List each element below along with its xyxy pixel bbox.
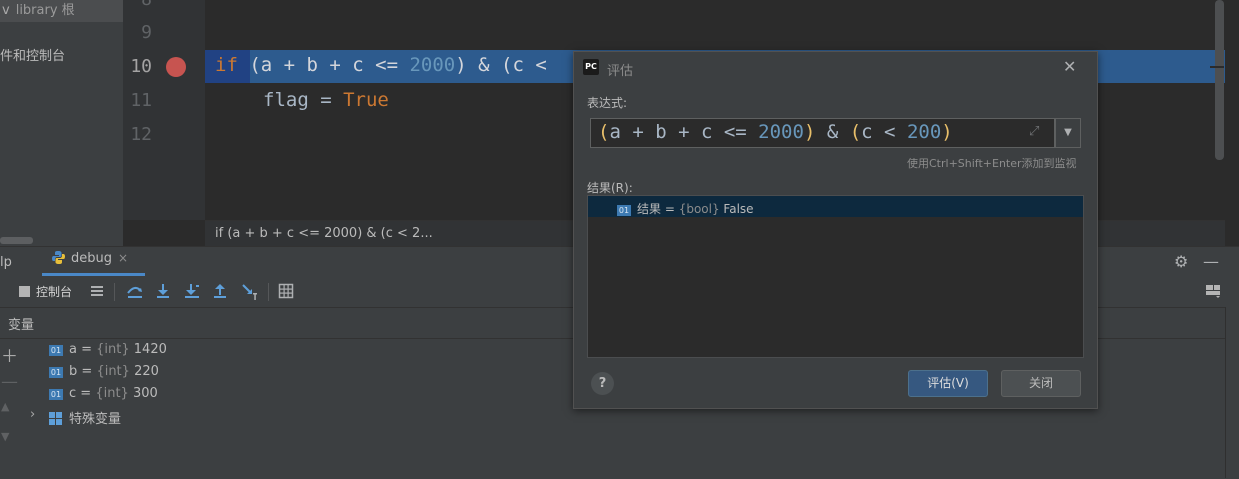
expr-part: & (815, 121, 850, 143)
project-panel (0, 0, 123, 246)
line-number: 12 (130, 124, 152, 145)
var-value: 300 (132, 386, 158, 401)
console-icon (19, 286, 30, 297)
close-button[interactable]: 关闭 (1001, 370, 1081, 397)
line-number: 10 (130, 56, 152, 77)
tree-item-external[interactable]: 件和控制台 (0, 45, 65, 64)
int-type-icon: 01 (49, 367, 63, 378)
panel-divider (1225, 307, 1226, 478)
special-variables-row[interactable]: 特殊变量 (49, 408, 121, 427)
remove-watch-icon[interactable]: — (1, 372, 18, 392)
editor-scrollbar[interactable] (1215, 0, 1224, 160)
line-number: 11 (130, 90, 152, 111)
close-icon[interactable]: × (118, 251, 128, 265)
step-out-icon[interactable] (212, 283, 228, 303)
code-line-11[interactable]: flag = True (263, 89, 389, 111)
line-number: 9 (141, 22, 152, 43)
evaluate-expression-icon[interactable] (278, 283, 294, 303)
run-to-cursor-icon[interactable] (241, 283, 259, 305)
grid-icon (49, 412, 62, 425)
var-name: a (69, 342, 77, 357)
add-watch-icon[interactable]: ＋ (1, 342, 18, 367)
expr-part: c < (861, 121, 907, 143)
minimize-icon[interactable]: — (1203, 252, 1219, 271)
step-into-icon[interactable] (155, 283, 171, 303)
code-line-10[interactable]: if (a + b + c <= 2000) & (c < (215, 54, 558, 76)
toolbar-separator (268, 283, 269, 301)
history-dropdown-button[interactable]: ▼ (1055, 118, 1081, 148)
variables-title: 变量 (8, 318, 35, 333)
result-val: False (719, 202, 754, 216)
result-label: 结果(R): (587, 181, 633, 195)
breadcrumb[interactable]: if (a + b + c <= 2000) & (c < 2... (215, 226, 433, 241)
result-value[interactable]: 01 结果 = {bool} False (617, 200, 754, 217)
code-text: flag = (263, 89, 344, 111)
code-text: ) & (c < (455, 54, 559, 76)
step-into-my-code-icon[interactable] (183, 283, 201, 303)
paren: ( (598, 121, 610, 143)
var-name: c (69, 386, 77, 401)
pycharm-icon: PC (583, 59, 599, 75)
code-text: (a + b + c <= (237, 54, 410, 76)
chevron-down-icon[interactable]: v (2, 3, 10, 18)
chevron-right-icon[interactable]: › (30, 407, 35, 422)
result-type: {bool} (678, 202, 720, 216)
console-tab[interactable]: 控制台 (19, 283, 72, 300)
var-value: 220 (134, 364, 159, 379)
special-vars-label: 特殊变量 (69, 412, 122, 427)
variable-row[interactable]: 01 a = {int} 1420 (49, 342, 167, 357)
move-up-icon[interactable]: ▲ (1, 400, 9, 413)
int-type-icon: 01 (49, 345, 63, 356)
dialog-title: 评估 (607, 64, 634, 79)
tree-item-label: library 根 (15, 3, 75, 18)
expr-number: 2000 (758, 121, 804, 143)
scroll-marker (1210, 66, 1224, 68)
active-tab-indicator (42, 273, 145, 276)
var-type: {int} (96, 364, 130, 379)
var-value: 1420 (133, 342, 167, 357)
variable-row[interactable]: 01 b = {int} 220 (49, 364, 159, 379)
breakpoint-icon[interactable] (166, 57, 186, 77)
expand-icon[interactable]: ⤢ (1029, 124, 1039, 139)
var-name: b (69, 364, 78, 379)
variable-row[interactable]: 01 c = {int} 300 (49, 386, 158, 401)
console-label: 控制台 (36, 285, 73, 299)
step-over-icon[interactable] (126, 283, 144, 303)
int-type-icon: 01 (49, 389, 63, 400)
project-scrollbar[interactable] (0, 237, 33, 244)
line-number: 8 (128, 0, 152, 10)
result-tree[interactable] (587, 195, 1084, 358)
tree-item-library[interactable]: v library 根 (0, 0, 123, 22)
keyword-true: True (343, 89, 389, 111)
result-name: 结果 = (637, 202, 679, 216)
expression-text[interactable]: (a + b + c <= 2000) & (c < 200) (598, 121, 953, 143)
var-type: {int} (96, 342, 130, 357)
expr-part: a + b + c <= (609, 121, 759, 143)
code-number: 2000 (409, 54, 456, 76)
tab-help[interactable]: lp (0, 255, 12, 270)
close-icon[interactable]: ✕ (1063, 57, 1076, 76)
help-button[interactable]: ? (591, 372, 614, 395)
paren: ) (941, 121, 953, 143)
layout-settings-icon[interactable] (1205, 283, 1221, 303)
tab-debug-label: debug (71, 251, 112, 266)
expr-number: 200 (906, 121, 942, 143)
expression-hint: 使用Ctrl+Shift+Enter添加到监视 (907, 157, 1077, 170)
show-execution-point-icon[interactable] (89, 283, 105, 303)
evaluate-button[interactable]: 评估(V) (908, 370, 988, 397)
expression-label: 表达式: (587, 96, 628, 110)
paren: ) (803, 121, 816, 143)
paren: ( (849, 121, 862, 143)
bool-type-icon: 01 (617, 205, 631, 216)
move-down-icon[interactable]: ▼ (1, 430, 9, 443)
var-type: {int} (95, 386, 129, 401)
python-icon (52, 251, 65, 264)
toolbar-separator (114, 283, 115, 301)
keyword-if: if (215, 54, 238, 76)
gear-icon[interactable]: ⚙ (1174, 252, 1188, 271)
